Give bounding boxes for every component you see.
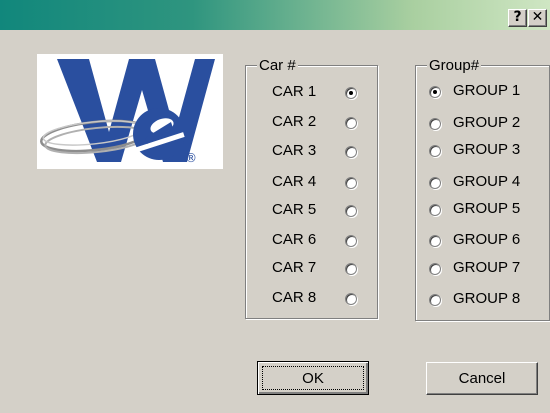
radio-unchecked-icon[interactable] xyxy=(429,177,441,189)
registered-mark: ® xyxy=(185,151,197,165)
radio-unchecked-icon[interactable] xyxy=(429,294,441,306)
radio-unchecked-icon[interactable] xyxy=(345,263,357,275)
group-radio-label: GROUP 3 xyxy=(453,141,521,158)
company-logo: ® xyxy=(37,54,223,169)
car-groupbox-legend: Car # xyxy=(257,57,298,74)
car-radio-label: CAR 1 xyxy=(272,83,317,100)
close-button[interactable]: ✕ xyxy=(528,9,547,27)
radio-unchecked-icon[interactable] xyxy=(429,235,441,247)
car-radio-label: CAR 5 xyxy=(272,201,317,218)
radio-unchecked-icon[interactable] xyxy=(345,205,357,217)
group-groupbox: Group# GROUP 1 GROUP 2 GROUP 3 GROUP 4 G… xyxy=(415,57,550,321)
car-radio-label: CAR 2 xyxy=(272,113,317,130)
car-radio-label: CAR 3 xyxy=(272,142,317,159)
radio-unchecked-icon[interactable] xyxy=(429,118,441,130)
cancel-button[interactable]: Cancel xyxy=(426,362,538,395)
close-icon: ✕ xyxy=(531,9,544,25)
help-button[interactable]: ? xyxy=(508,9,527,27)
radio-checked-icon[interactable] xyxy=(345,87,357,99)
group-radio-label: GROUP 2 xyxy=(453,114,521,131)
radio-unchecked-icon[interactable] xyxy=(429,204,441,216)
radio-checked-icon[interactable] xyxy=(429,86,441,98)
radio-unchecked-icon[interactable] xyxy=(429,145,441,157)
radio-unchecked-icon[interactable] xyxy=(345,235,357,247)
question-mark-icon: ? xyxy=(513,9,522,25)
title-bar[interactable]: ? ✕ xyxy=(0,0,550,30)
car-radio-label: CAR 6 xyxy=(272,231,317,248)
group-radio-label: GROUP 8 xyxy=(453,290,521,307)
group-radio-label: GROUP 5 xyxy=(453,200,521,217)
radio-unchecked-icon[interactable] xyxy=(345,177,357,189)
group-radio-label: GROUP 7 xyxy=(453,259,521,276)
ok-button[interactable]: OK xyxy=(257,361,369,395)
group-radio-label: GROUP 4 xyxy=(453,173,521,190)
group-radio-label: GROUP 1 xyxy=(453,82,521,99)
car-radio-label: CAR 7 xyxy=(272,259,317,276)
radio-unchecked-icon[interactable] xyxy=(345,146,357,158)
radio-unchecked-icon[interactable] xyxy=(429,263,441,275)
group-radio-label: GROUP 6 xyxy=(453,231,521,248)
radio-unchecked-icon[interactable] xyxy=(345,117,357,129)
car-groupbox: Car # CAR 1 CAR 2 CAR 3 CAR 4 CAR 5 CAR … xyxy=(245,57,378,319)
we-logo-icon: ® xyxy=(40,59,215,165)
group-groupbox-legend: Group# xyxy=(427,57,482,74)
dialog-window: ? ✕ ® Car # CAR 1 CAR 2 CAR 3 CAR 4 CAR … xyxy=(0,0,550,413)
ok-button-label: OK xyxy=(262,366,364,390)
radio-unchecked-icon[interactable] xyxy=(345,293,357,305)
car-radio-label: CAR 4 xyxy=(272,173,317,190)
car-radio-label: CAR 8 xyxy=(272,289,317,306)
